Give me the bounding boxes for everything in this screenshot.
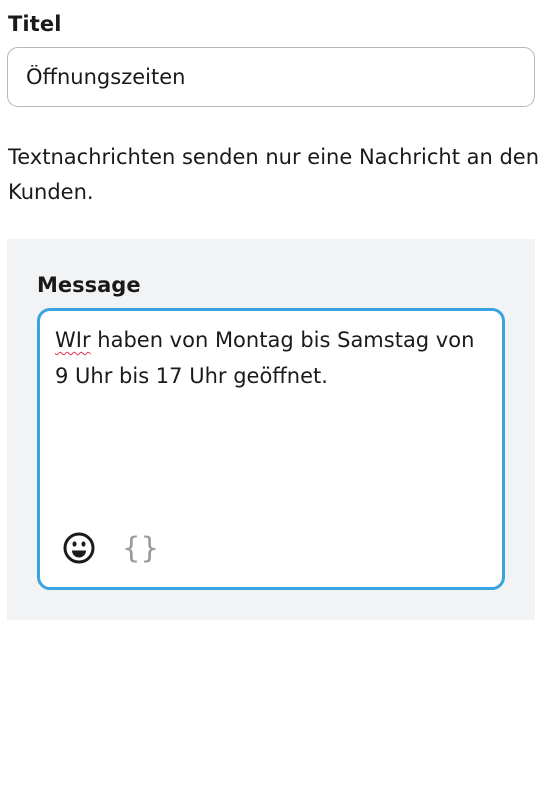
message-text[interactable]: WIr haben von Montag bis Samstag von 9 U… [55, 322, 485, 394]
title-input[interactable] [7, 47, 535, 107]
message-toolbar: {} [62, 531, 158, 565]
emoji-smile-icon [63, 532, 95, 564]
emoji-button[interactable] [62, 531, 96, 565]
message-panel: Message WIr haben von Montag bis Samstag… [7, 239, 535, 620]
message-textarea[interactable]: WIr haben von Montag bis Samstag von 9 U… [37, 308, 505, 590]
variables-button[interactable]: {} [122, 530, 160, 565]
info-text: Textnachrichten senden nur eine Nachrich… [8, 145, 540, 204]
title-label: Titel [8, 12, 62, 36]
curly-braces-icon: {} [122, 530, 160, 565]
misspelled-word[interactable]: WIr [55, 328, 91, 352]
message-text-rest: haben von Montag bis Samstag von 9 Uhr b… [55, 328, 475, 388]
message-label: Message [37, 273, 141, 297]
